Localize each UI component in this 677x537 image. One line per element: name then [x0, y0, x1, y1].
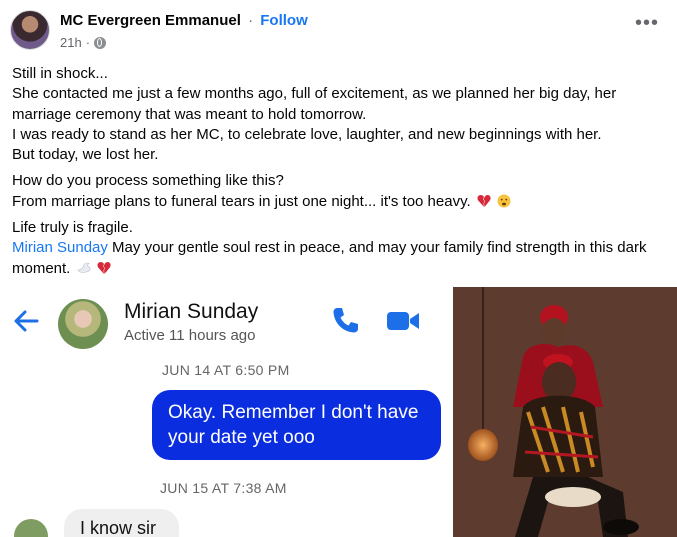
text-line: May your gentle soul rest in peace, and … [107, 239, 647, 257]
mention-link[interactable]: Mirian Sunday [12, 239, 108, 256]
broken-heart-icon [97, 261, 111, 274]
couple-photo-illustration [453, 287, 677, 537]
text-line: She contacted me just a few months ago, … [12, 85, 617, 103]
sad-face-icon [497, 194, 511, 208]
post-meta: 21h · [60, 35, 107, 50]
message-line: your date yet ooo [168, 427, 315, 448]
globe-icon [94, 36, 107, 49]
text-line-with-emoji: From marriage plans to funeral tears in … [12, 192, 667, 212]
text-line: How do you process something like this? [12, 172, 284, 190]
author-name[interactable]: MC Evergreen Emmanuel [60, 12, 241, 29]
video-call-icon [387, 312, 419, 330]
text-line: moment. [12, 259, 71, 277]
text-line: Life truly is fragile. [12, 219, 133, 237]
text-line: marriage ceremony that was meant to hold… [12, 105, 367, 123]
separator-dot: · [248, 12, 254, 29]
paragraph-1: Still in shock... She contacted me just … [12, 64, 667, 165]
message-line: Okay. Remember I don't have [168, 402, 419, 423]
chat-contact-avatar-small [14, 519, 48, 537]
broken-heart-icon [477, 194, 491, 207]
chat-timestamp: JUN 15 AT 7:38 AM [160, 480, 287, 496]
chat-timestamp: JUN 14 AT 6:50 PM [162, 362, 290, 378]
sent-message-bubble: Okay. Remember I don't have your date ye… [152, 390, 441, 460]
phone-icon [333, 308, 358, 333]
chat-active-status: Active 11 hours ago [124, 327, 256, 344]
post-time[interactable]: 21h [60, 35, 82, 50]
back-arrow-icon [14, 310, 39, 332]
author-avatar[interactable] [10, 10, 50, 50]
chat-screenshot-image[interactable]: Mirian Sunday Active 11 hours ago JUN 14… [0, 287, 452, 537]
text-line-with-emoji: moment. [12, 259, 667, 279]
separator-dot: · [85, 35, 91, 50]
text-line: I was ready to stand as her MC, to celeb… [12, 125, 602, 143]
paragraph-3: Life truly is fragile. Mirian Sunday May… [12, 218, 667, 279]
text-line: Still in shock... [12, 65, 108, 82]
chat-contact-avatar [58, 299, 108, 349]
chat-contact-name: Mirian Sunday [124, 300, 259, 323]
dove-icon [76, 262, 90, 273]
follow-button[interactable]: Follow [260, 12, 308, 29]
couple-photo-image[interactable] [453, 287, 677, 537]
received-message-bubble: I know sir [64, 509, 179, 537]
post-body: Still in shock... She contacted me just … [12, 64, 667, 285]
text-line-with-mention: Mirian Sunday May your gentle soul rest … [12, 238, 667, 258]
text-line: But today, we lost her. [12, 146, 159, 164]
post-header: MC Evergreen Emmanuel · Follow 21h · ••• [0, 0, 677, 60]
paragraph-2: How do you process something like this? … [12, 171, 667, 212]
more-options-icon[interactable]: ••• [635, 13, 659, 33]
author-line: MC Evergreen Emmanuel · Follow [60, 12, 308, 29]
text-line: From marriage plans to funeral tears in … [12, 192, 471, 210]
